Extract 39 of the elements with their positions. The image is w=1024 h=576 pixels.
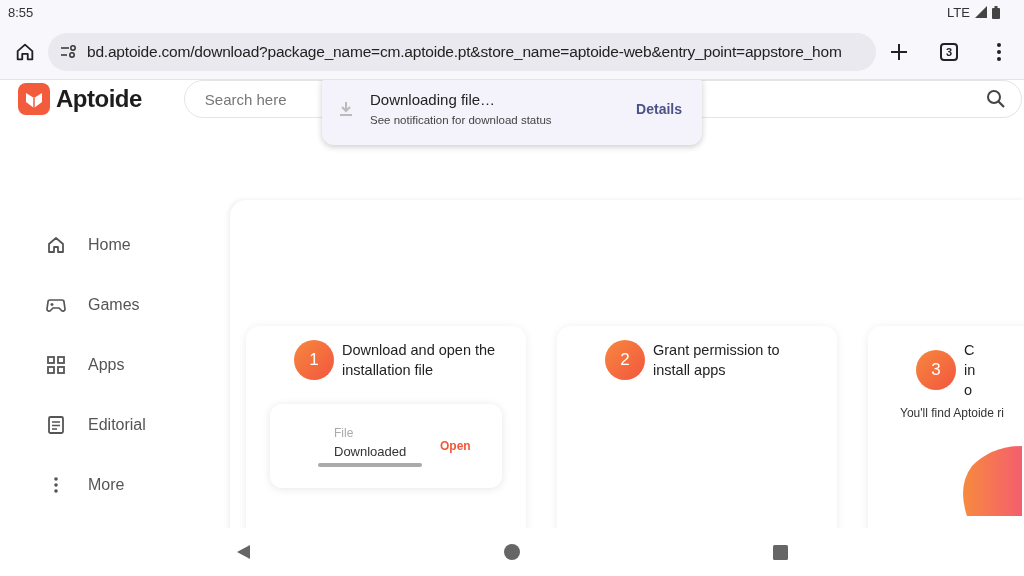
step-title: in: [964, 361, 977, 380]
step-title: Download and open the installation file: [342, 341, 497, 380]
step-number: 2: [605, 340, 645, 380]
address-bar[interactable]: bd.aptoide.com/download?package_name=cm.aptoide.pt&store_name=aptoide-web&entry_point=appstore_hom: [48, 32, 876, 71]
popup-title: Downloading file…: [370, 91, 497, 108]
file-status: Downloaded: [334, 443, 408, 459]
more-icon: [54, 476, 58, 494]
search-icon[interactable]: [986, 89, 1006, 109]
site-settings-icon: [60, 44, 78, 59]
sidebar-item[interactable]: Games: [46, 294, 230, 316]
step-note: You'll find Aptoide ri: [900, 406, 1004, 420]
sidebar-item[interactable]: More: [46, 474, 230, 496]
file-name: File: [334, 425, 355, 440]
menu-icon: [996, 41, 1002, 62]
network-label: LTE: [947, 4, 970, 20]
clock: 8:55: [8, 4, 34, 20]
step-number: 3: [916, 350, 956, 390]
step-title: Grant permission to install apps: [653, 341, 781, 380]
plus-icon: [889, 41, 909, 62]
battery-icon: [992, 5, 1000, 19]
sidebar-item[interactable]: Editorial: [46, 414, 230, 436]
signal-icon: [975, 6, 987, 18]
sidebar-item[interactable]: Home: [46, 234, 230, 256]
details-button[interactable]: Details: [636, 100, 682, 117]
step-title: o: [964, 381, 974, 400]
logo-text: Aptoide: [56, 85, 142, 113]
home-icon: [46, 235, 66, 255]
sidebar-item[interactable]: Apps: [46, 354, 230, 376]
logo-icon: [18, 83, 50, 115]
tab-count-button[interactable]: 3: [940, 42, 958, 61]
step-title: C: [964, 341, 976, 360]
back-icon: [236, 544, 252, 560]
recents-icon: [772, 544, 788, 560]
step-number: 1: [294, 340, 334, 380]
download-icon: [338, 100, 354, 117]
grid-icon: [46, 355, 66, 375]
document-icon: [46, 415, 66, 435]
home-circle-icon: [503, 543, 521, 561]
popup-subtitle: See notification for download status: [370, 114, 553, 126]
